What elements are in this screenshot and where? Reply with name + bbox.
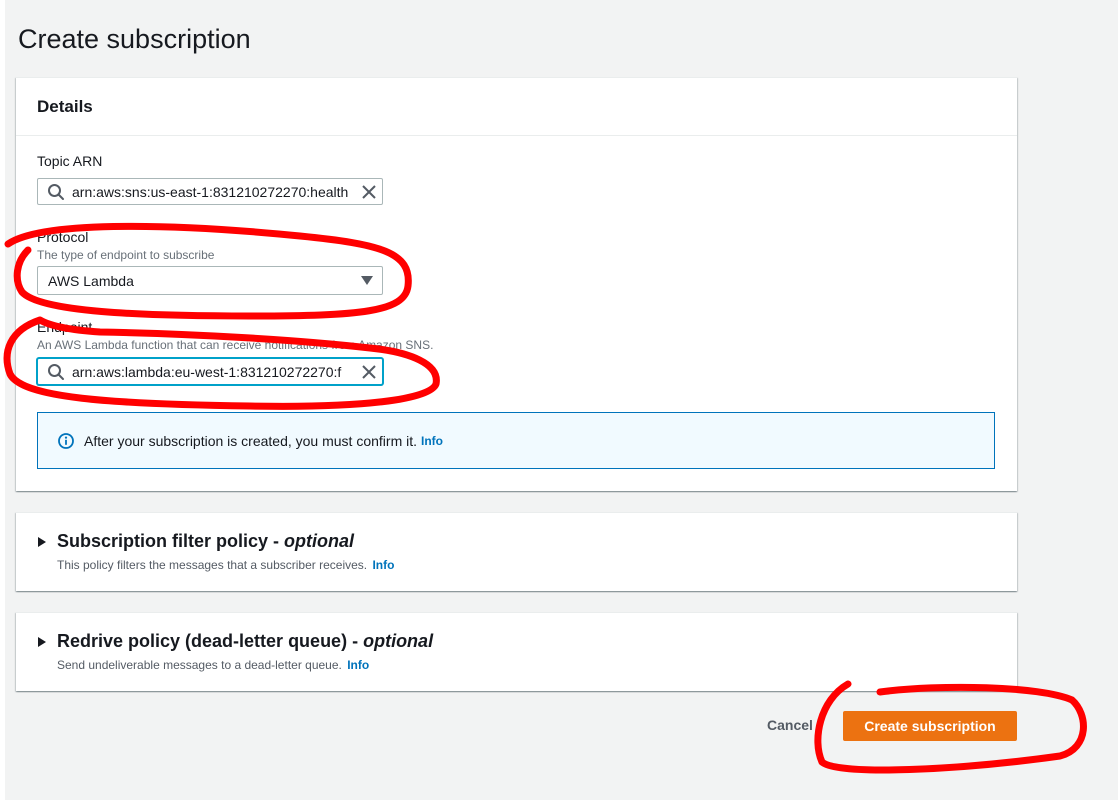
cancel-button[interactable]: Cancel	[767, 717, 813, 733]
caret-right-icon	[38, 636, 46, 647]
redrive-policy-title: Redrive policy (dead-letter queue) -	[57, 631, 359, 651]
redrive-policy-optional: optional	[363, 631, 434, 651]
protocol-value: AWS Lambda	[48, 272, 134, 289]
caret-down-icon	[352, 276, 382, 285]
protocol-description: The type of endpoint to subscribe	[37, 248, 215, 262]
search-icon	[48, 363, 64, 380]
endpoint-input[interactable]: arn:aws:lambda:eu-west-1:831210272270:f	[37, 358, 383, 385]
protocol-label: Protocol	[37, 229, 89, 245]
endpoint-value: arn:aws:lambda:eu-west-1:831210272270:f	[72, 363, 342, 380]
search-icon	[48, 183, 64, 200]
filter-policy-description-row: This policy filters the messages that a …	[57, 558, 394, 572]
topic-arn-value: arn:aws:sns:us-east-1:831210272270:healt…	[72, 183, 349, 200]
filter-policy-info-link[interactable]: Info	[372, 558, 394, 572]
filter-policy-description: This policy filters the messages that a …	[57, 558, 368, 572]
filter-policy-toggle[interactable]: Subscription filter policy - optional	[37, 531, 354, 552]
details-panel: Details Topic ARN arn:aws:sns:us-east-1:…	[16, 77, 1017, 491]
close-icon[interactable]	[356, 179, 382, 205]
endpoint-description: An AWS Lambda function that can receive …	[37, 338, 434, 352]
page-title: Create subscription	[18, 24, 251, 54]
alert-text: After your subscription is created, you …	[84, 432, 418, 449]
redrive-policy-toggle[interactable]: Redrive policy (dead-letter queue) - opt…	[37, 631, 433, 652]
confirm-alert: After your subscription is created, you …	[37, 412, 995, 469]
redrive-policy-description: Send undeliverable messages to a dead-le…	[57, 658, 342, 672]
redrive-policy-description-row: Send undeliverable messages to a dead-le…	[57, 658, 369, 672]
filter-policy-panel: Subscription filter policy - optional Th…	[16, 512, 1017, 591]
close-icon[interactable]	[356, 359, 382, 385]
redrive-policy-info-link[interactable]: Info	[347, 658, 369, 672]
filter-policy-title: Subscription filter policy -	[57, 531, 280, 551]
details-header: Details	[16, 78, 1017, 136]
topic-arn-input[interactable]: arn:aws:sns:us-east-1:831210272270:healt…	[37, 178, 383, 205]
endpoint-label: Endpoint	[37, 319, 93, 335]
create-subscription-button[interactable]: Create subscription	[843, 711, 1017, 741]
alert-info-link[interactable]: Info	[421, 434, 443, 448]
caret-right-icon	[38, 536, 46, 547]
filter-policy-optional: optional	[284, 531, 355, 551]
protocol-select[interactable]: AWS Lambda	[37, 266, 383, 295]
redrive-policy-panel: Redrive policy (dead-letter queue) - opt…	[16, 612, 1017, 691]
info-icon	[58, 432, 74, 449]
topic-arn-label: Topic ARN	[37, 153, 103, 169]
